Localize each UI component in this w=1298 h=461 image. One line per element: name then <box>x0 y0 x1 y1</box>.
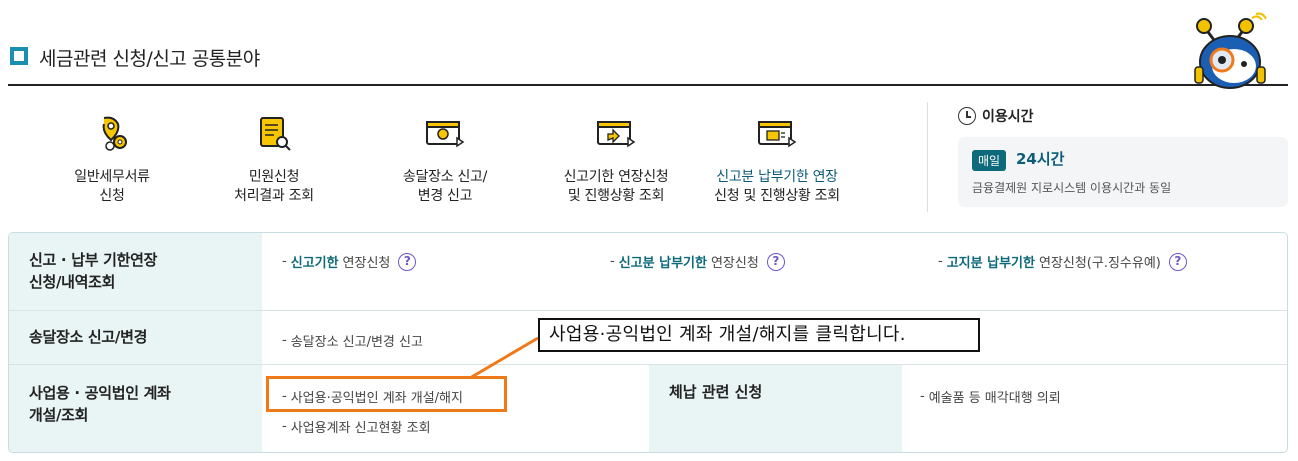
menu-label-line2: 신청 <box>99 188 125 204</box>
daily-badge: 매일 <box>972 150 1007 171</box>
menu-label-line1: 신고분 납부기한 연장 <box>716 169 838 185</box>
menu-label-line2: 및 진행상황 조회 <box>567 188 665 204</box>
usage-title-text: 이용시간 <box>982 109 1034 125</box>
row-header-secondary: 체납 관련 신청 <box>649 365 902 452</box>
help-icon[interactable]: ? <box>766 252 785 271</box>
payment-extend-icon <box>758 121 797 148</box>
usage-hours: 24시간 <box>1016 150 1065 168</box>
table-row: 신고 · 납부 기한연장 신청/내역조회 - 신고기한 연장신청? - 신고분 납부기… <box>9 233 1287 311</box>
menu-general-documents[interactable]: 일반세무서류신청 <box>27 112 197 206</box>
menu-payment-extension[interactable]: 신고분 납부기한 연장신청 및 진행상황 조회 <box>692 112 862 206</box>
document-gear-icon <box>102 116 127 151</box>
service-menu: 일반세무서류신청 민원신청처리결과 조회 송달장소 신고/변경 신고 신고기한 … <box>20 112 900 212</box>
menu-label-line2: 변경 신고 <box>417 188 473 204</box>
usage-time-title: 이용시간 <box>958 106 1034 126</box>
scroll-search-icon <box>260 117 291 151</box>
row-header-line2: 신청/내역조회 <box>29 273 116 291</box>
menu-label-line1: 민원신청 <box>248 169 300 185</box>
menu-label-line1: 송달장소 신고/ <box>402 169 488 185</box>
notice-payment-extension-link[interactable]: - 고지분 납부기한 연장신청(구.징수유예)? <box>938 252 1187 271</box>
payment-deadline-extension-link[interactable]: - 신고분 납부기한 연장신청? <box>610 252 785 271</box>
menu-delivery-address[interactable]: 송달장소 신고/변경 신고 <box>360 112 530 206</box>
row-header: 신고 · 납부 기한연장 신청/내역조회 <box>9 233 262 310</box>
usage-note: 금융결제원 지로시스템 이용시간과 동일 <box>972 181 1172 195</box>
help-icon[interactable]: ? <box>1168 252 1187 271</box>
menu-label-line1: 신고기한 연장신청 <box>563 169 669 185</box>
row-header-line1: 신고 · 납부 기한연장 <box>29 251 158 269</box>
art-sale-agency-link[interactable]: - 예술품 등 매각대행 의뢰 <box>920 387 1061 406</box>
highlight-box <box>266 376 507 412</box>
menu-label-line1: 일반세무서류 <box>74 169 150 185</box>
row-header-line1: 사업용 · 공익법인 계좌 <box>29 384 171 402</box>
mail-location-icon <box>426 121 465 148</box>
page-title: 세금관련 신청/신고 공통분야 <box>39 48 260 70</box>
menu-label-line2: 신청 및 진행상황 조회 <box>714 188 840 204</box>
menu-label-line2: 처리결과 조회 <box>234 188 314 204</box>
row-header: 송달장소 신고/변경 <box>9 311 262 364</box>
square-bullet-icon <box>10 47 28 65</box>
section-header: 세금관련 신청/신고 공통분야 <box>8 38 1288 86</box>
mascot-icon <box>1194 12 1267 89</box>
filing-deadline-extension-link[interactable]: - 신고기한 연장신청? <box>282 252 417 271</box>
help-icon[interactable]: ? <box>398 252 417 271</box>
delivery-address-link[interactable]: - 송달장소 신고/변경 신고 <box>282 331 423 350</box>
usage-time-box: 매일 24시간 금융결제원 지로시스템 이용시간과 동일 <box>958 137 1288 207</box>
clock-extend-icon <box>597 121 636 148</box>
table-row: 사업용 · 공익법인 계좌 개설/조회 - 사업용·공익법인 계좌 개설/해지 -… <box>9 365 1287 452</box>
business-account-status-link[interactable]: - 사업용계좌 신고현황 조회 <box>282 417 431 436</box>
vertical-divider <box>927 102 928 212</box>
row-header-line2: 개설/조회 <box>29 406 89 424</box>
callout-instruction: 사업용·공익법인 계좌 개설/해지를 클릭합니다. <box>538 318 980 352</box>
menu-civil-request[interactable]: 민원신청처리결과 조회 <box>189 112 359 206</box>
clock-icon <box>958 107 976 125</box>
menu-filing-extension[interactable]: 신고기한 연장신청및 진행상황 조회 <box>531 112 701 206</box>
row-header: 사업용 · 공익법인 계좌 개설/조회 <box>9 365 262 452</box>
